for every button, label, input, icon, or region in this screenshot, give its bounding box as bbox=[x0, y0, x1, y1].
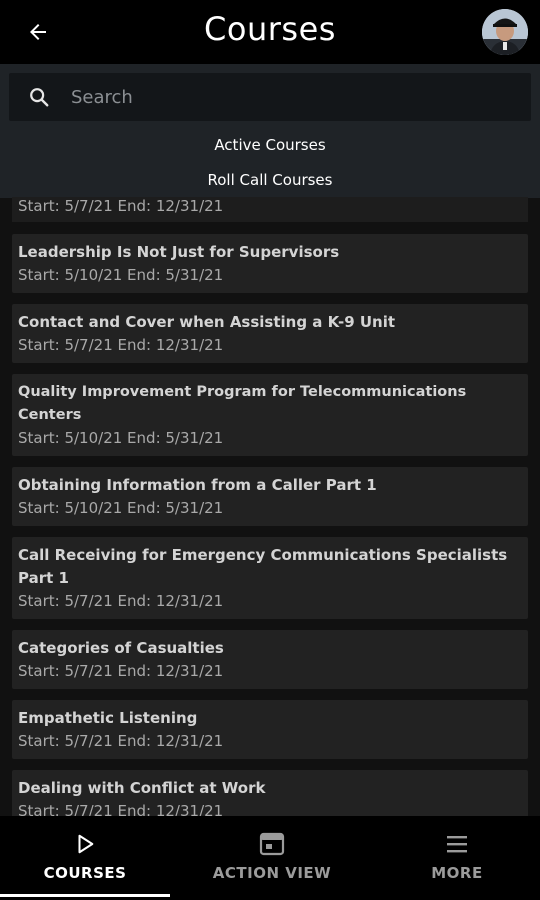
course-list: Leadership Is Not Just for Supervisors S… bbox=[12, 234, 528, 840]
tab-courses-label: COURSES bbox=[43, 864, 127, 882]
list-item[interactable]: Contact and Cover when Assisting a K-9 U… bbox=[12, 304, 528, 363]
course-title: Leadership Is Not Just for Supervisors bbox=[18, 243, 340, 261]
tab-action-view[interactable]: ACTION VIEW bbox=[186, 816, 358, 900]
bottom-nav: COURSES ACTION VIEW MORE bbox=[0, 816, 540, 900]
tab-courses[interactable]: COURSES bbox=[0, 816, 170, 900]
active-tab-indicator bbox=[0, 894, 170, 897]
list-item[interactable]: Categories of Casualties Start: 5/7/21 E… bbox=[12, 630, 528, 689]
list-item[interactable]: Leadership Is Not Just for Supervisors S… bbox=[12, 234, 528, 293]
course-dates: Start: 5/7/21 End: 12/31/21 bbox=[18, 336, 224, 354]
search-input[interactable] bbox=[71, 86, 491, 108]
list-item[interactable]: Obtaining Information from a Caller Part… bbox=[12, 467, 528, 526]
list-item-partial[interactable]: Start: 5/7/21 End: 12/31/21 bbox=[12, 197, 528, 222]
calendar-window-icon bbox=[259, 832, 285, 856]
list-item[interactable]: Empathetic Listening Start: 5/7/21 End: … bbox=[12, 700, 528, 759]
course-title: Dealing with Conflict at Work bbox=[18, 779, 266, 797]
course-title: Empathetic Listening bbox=[18, 709, 198, 727]
course-dates: Start: 5/7/21 End: 12/31/21 bbox=[18, 662, 224, 680]
search-panel: Active Courses Roll Call Courses bbox=[0, 64, 540, 198]
tab-more-label: MORE bbox=[431, 864, 483, 882]
page-title: Courses bbox=[204, 10, 336, 48]
filter-active-courses[interactable]: Active Courses bbox=[0, 136, 540, 154]
list-item[interactable]: Quality Improvement Program for Telecomm… bbox=[12, 374, 528, 456]
filter-roll-call-courses[interactable]: Roll Call Courses bbox=[0, 171, 540, 189]
tab-action-view-label: ACTION VIEW bbox=[212, 864, 332, 882]
course-dates: Start: 5/10/21 End: 5/31/21 bbox=[18, 499, 224, 517]
user-avatar-icon bbox=[482, 9, 528, 55]
list-item[interactable]: Call Receiving for Emergency Communicati… bbox=[12, 537, 528, 619]
course-title: Call Receiving for Emergency Communicati… bbox=[18, 546, 508, 587]
course-title: Contact and Cover when Assisting a K-9 U… bbox=[18, 313, 396, 331]
course-dates: Start: 5/7/21 End: 12/31/21 bbox=[18, 592, 224, 610]
course-dates: Start: 5/7/21 End: 12/31/21 bbox=[18, 732, 224, 750]
tab-more[interactable]: MORE bbox=[372, 816, 540, 900]
course-title: Obtaining Information from a Caller Part… bbox=[18, 476, 377, 494]
app-header: Courses bbox=[0, 0, 540, 64]
course-dates: Start: 5/7/21 End: 12/31/21 bbox=[18, 197, 224, 215]
avatar[interactable] bbox=[482, 9, 528, 55]
course-title: Categories of Casualties bbox=[18, 639, 224, 657]
course-dates: Start: 5/10/21 End: 5/31/21 bbox=[18, 429, 224, 447]
course-dates: Start: 5/10/21 End: 5/31/21 bbox=[18, 266, 224, 284]
search-icon bbox=[27, 85, 51, 109]
course-title: Quality Improvement Program for Telecomm… bbox=[18, 384, 467, 423]
play-icon bbox=[74, 832, 96, 856]
search-box[interactable] bbox=[9, 73, 531, 121]
hamburger-menu-icon bbox=[445, 832, 469, 856]
